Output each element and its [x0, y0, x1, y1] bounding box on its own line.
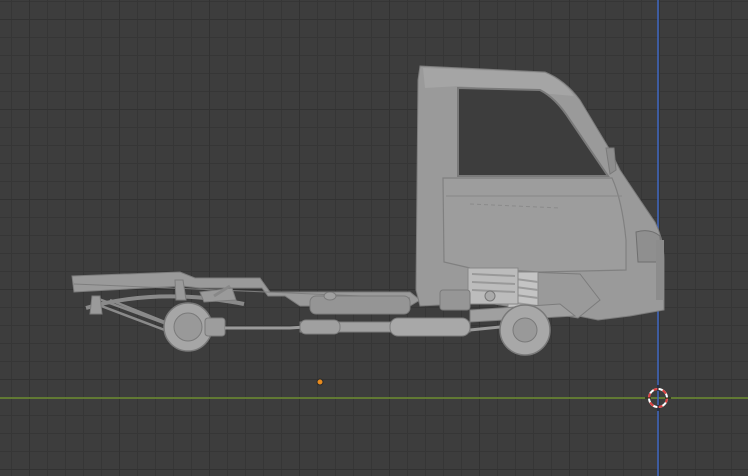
rear-shackle	[89, 295, 103, 315]
cab-door	[442, 177, 627, 273]
object-origin-dot[interactable]	[316, 378, 324, 386]
3d-viewport[interactable]	[0, 0, 748, 476]
viewport-scene[interactable]	[0, 0, 748, 476]
truck-model[interactable]	[71, 65, 665, 356]
